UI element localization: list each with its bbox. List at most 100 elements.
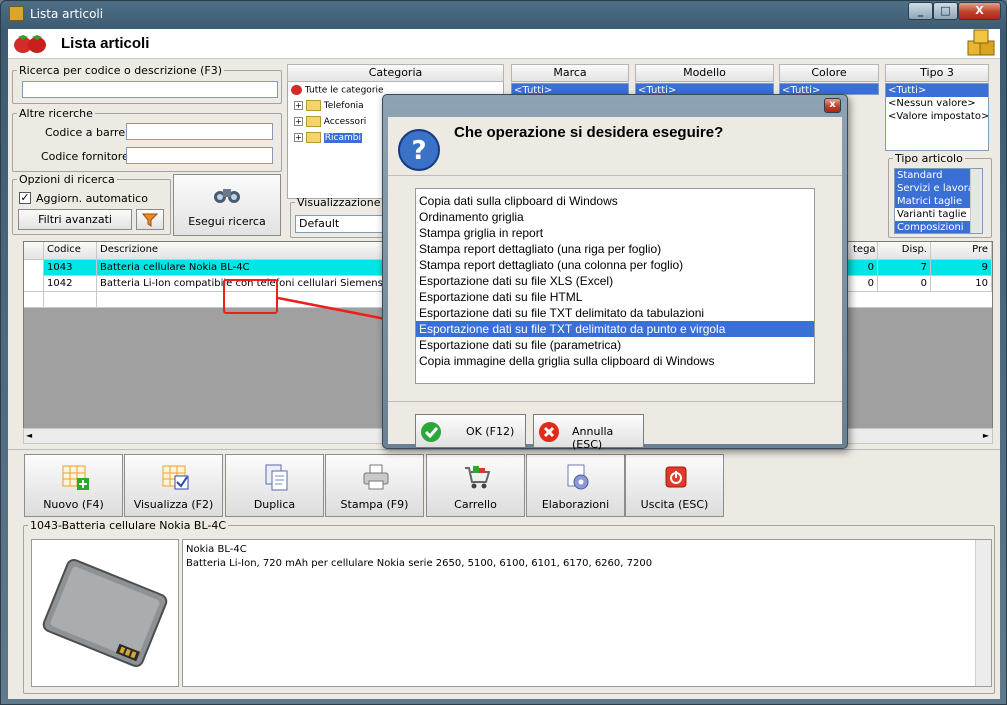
print-button[interactable]: Stampa (F9) — [325, 454, 424, 517]
tree-node-accessori[interactable]: + Accessori — [291, 116, 396, 132]
cell-price[interactable]: 10 — [931, 276, 992, 292]
row-selector[interactable] — [24, 276, 44, 292]
tipo-articolo-item[interactable]: Standard — [895, 169, 982, 182]
detail-text-area[interactable]: Nokia BL-4C Batteria Li-Ion, 720 mAh per… — [182, 539, 992, 687]
colore-header[interactable]: Colore — [779, 64, 879, 82]
tipo-articolo-item[interactable]: Varianti taglie — [895, 208, 982, 221]
list-item[interactable]: Esportazione dati su file (parametrica) — [416, 337, 814, 353]
supplier-input[interactable] — [126, 147, 273, 164]
auto-update-label: Aggiorn. automatico — [36, 192, 148, 205]
tree-node-root[interactable]: Tutte le categorie — [291, 85, 396, 100]
list-item[interactable]: Esportazione dati su file XLS (Excel) — [416, 273, 814, 289]
dialog-bottom-divider — [388, 401, 842, 402]
new-button[interactable]: Nuovo (F4) — [24, 454, 123, 517]
folder-icon — [305, 100, 321, 111]
tipo3-list[interactable]: <Tutti> <Nessun valore> <Valore impostat… — [885, 83, 989, 151]
dialog-close-button[interactable]: x — [824, 98, 841, 113]
column-header-codice[interactable]: Codice — [44, 242, 97, 260]
row-selector[interactable] — [24, 292, 44, 308]
cell-price[interactable]: 9 — [931, 260, 992, 276]
scroll-left-arrow[interactable]: ◄ — [26, 431, 32, 440]
visualization-select[interactable]: Default — [295, 215, 385, 233]
close-button[interactable]: X — [958, 2, 1001, 20]
tipo3-item[interactable]: <Nessun valore> — [886, 97, 988, 110]
exit-button[interactable]: Uscita (ESC) — [625, 454, 724, 517]
tree-node-telefonia[interactable]: + Telefonia — [291, 100, 396, 116]
cell-code[interactable]: 1042 — [44, 276, 97, 292]
cell-code[interactable] — [44, 292, 97, 308]
view-button[interactable]: Visualizza (F2) — [124, 454, 223, 517]
cell-disp[interactable]: 7 — [878, 260, 931, 276]
new-button-label: Nuovo (F4) — [43, 498, 104, 511]
power-icon — [665, 466, 687, 488]
operation-list[interactable]: Copia dati sulla clipboard di Windows Or… — [415, 188, 815, 384]
column-header-giacenza[interactable]: tega — [850, 242, 878, 260]
list-item[interactable]: Stampa griglia in report — [416, 225, 814, 241]
list-item[interactable]: Esportazione dati su file HTML — [416, 289, 814, 305]
page-title: Lista articoli — [61, 35, 150, 52]
ok-button[interactable]: OK (F12) — [415, 414, 526, 448]
category-tree[interactable]: Tutte le categorie + Telefonia + Accesso… — [291, 85, 396, 195]
print-button-label: Stampa (F9) — [340, 498, 409, 511]
category-header[interactable]: Categoria — [287, 64, 504, 82]
list-item-selected[interactable]: Esportazione dati su file TXT delimitato… — [416, 321, 814, 337]
cancel-button[interactable]: Annulla (ESC) — [533, 414, 644, 451]
scroll-right-arrow[interactable]: ► — [983, 431, 989, 440]
cell-code[interactable]: 1043 — [44, 260, 97, 276]
visualization-legend: Visualizzazione — [297, 196, 381, 209]
page-header: Lista articoli — [8, 29, 1000, 59]
marca-header[interactable]: Marca — [511, 64, 629, 82]
row-selector[interactable] — [24, 260, 44, 276]
detail-scrollbar[interactable] — [975, 540, 991, 686]
list-item[interactable]: Ordinamento griglia — [416, 209, 814, 225]
modello-header[interactable]: Modello — [635, 64, 774, 82]
processing-button[interactable]: Elaborazioni — [526, 454, 625, 517]
minimize-button[interactable]: _ — [908, 2, 933, 20]
column-header-disponibile[interactable]: Disp. — [878, 242, 931, 260]
gear-document-icon — [567, 464, 589, 490]
cart-button-label: Carrello — [454, 498, 497, 511]
duplicate-icon — [265, 464, 288, 491]
ok-button-label: OK (F12) — [466, 425, 515, 438]
list-item[interactable]: Stampa report dettagliato (una colonna p… — [416, 257, 814, 273]
tipo3-item[interactable]: <Tutti> — [886, 84, 988, 97]
duplicate-button[interactable]: Duplica — [225, 454, 324, 517]
cart-button[interactable]: Carrello — [426, 454, 525, 517]
other-search-legend: Altre ricerche — [19, 107, 93, 120]
cell-giacenza[interactable]: 0 — [850, 260, 878, 276]
tipo-articolo-item[interactable]: Composizioni — [895, 221, 982, 233]
printer-icon — [363, 464, 389, 490]
advanced-filters-button[interactable]: Filtri avanzati — [18, 209, 132, 230]
filter-reset-button[interactable] — [136, 209, 164, 230]
cell-description[interactable]: Batteria cellulare Nokia BL-4C — [97, 260, 397, 276]
app-icon — [9, 6, 24, 21]
tipo-articolo-scrollbar[interactable] — [970, 169, 982, 233]
cell-giacenza[interactable]: 0 — [850, 276, 878, 292]
barcode-input[interactable] — [126, 123, 273, 140]
tipo3-item[interactable]: <Valore impostato> — [886, 110, 988, 123]
list-item[interactable]: Copia dati sulla clipboard di Windows — [416, 193, 814, 209]
list-item[interactable]: Esportazione dati su file TXT delimitato… — [416, 305, 814, 321]
detail-legend: 1043-Batteria cellulare Nokia BL-4C — [30, 519, 227, 532]
run-search-button[interactable]: Esegui ricerca — [173, 174, 281, 236]
tree-node-ricambi[interactable]: + Ricambi — [291, 132, 396, 148]
cell-disp[interactable]: 0 — [878, 276, 931, 292]
auto-update-checkbox[interactable]: ✓ — [19, 192, 31, 204]
list-item[interactable]: Stampa report dettagliato (una riga per … — [416, 241, 814, 257]
column-header-descrizione[interactable]: Descrizione — [97, 242, 397, 260]
tipo-articolo-item[interactable]: Servizi e lavora — [895, 182, 982, 195]
column-header-prezzo[interactable]: Pre — [931, 242, 992, 260]
product-image-frame — [31, 539, 179, 687]
title-bar[interactable]: Lista articoli _ □ X — [1, 1, 1006, 27]
maximize-button[interactable]: □ — [933, 2, 958, 20]
funnel-arrow-icon — [141, 213, 159, 227]
detail-line: Nokia BL-4C — [186, 544, 247, 555]
search-input[interactable] — [22, 81, 278, 98]
cancel-button-label: Annulla (ESC) — [572, 425, 614, 451]
dialog-question: Che operazione si desidera eseguire? — [454, 124, 724, 141]
strawberry-icon — [291, 85, 302, 95]
annotation-box — [223, 279, 278, 314]
tipo-articolo-item[interactable]: Matrici taglie — [895, 195, 982, 208]
tipo3-header[interactable]: Tipo 3 — [885, 64, 989, 82]
list-item[interactable]: Copia immagine della griglia sulla clipb… — [416, 353, 814, 369]
